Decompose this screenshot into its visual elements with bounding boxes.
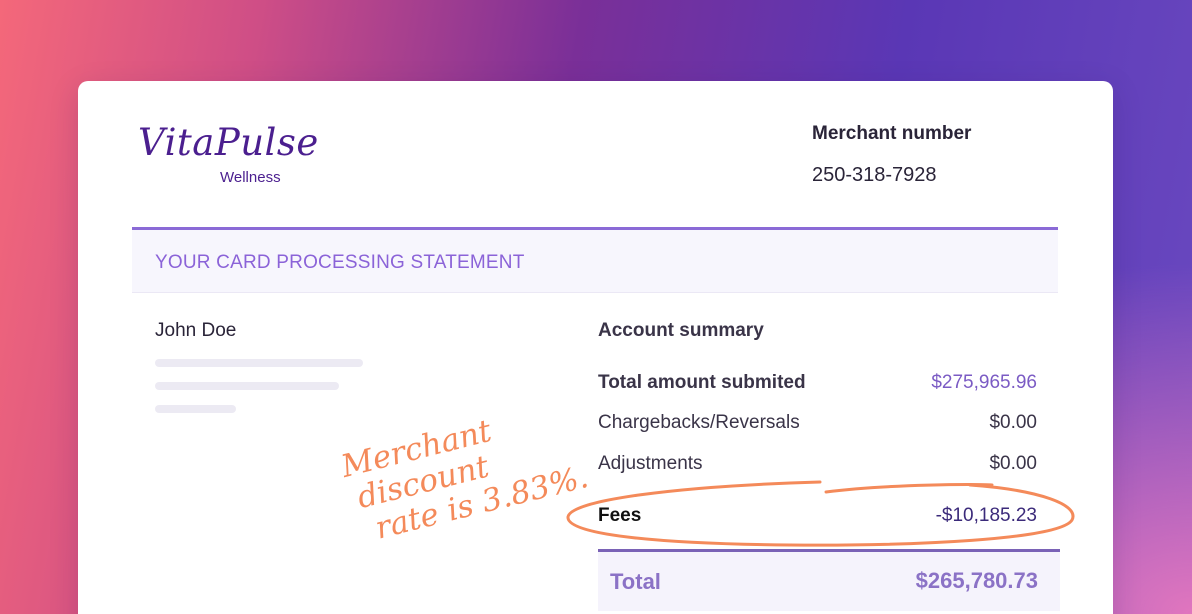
summary-row-value-submitted: $275,965.96 [931,372,1037,393]
summary-row-label-submitted: Total amount submited [598,372,806,393]
merchant-number-label: Merchant number [812,123,972,144]
statement-header-bar: YOUR CARD PROCESSING STATEMENT [132,227,1058,293]
handwritten-annotation: Merchant discount rate is 3.83%. [338,394,592,550]
statement-title: YOUR CARD PROCESSING STATEMENT [155,252,525,273]
address-placeholder-line [155,359,363,367]
address-placeholder-line [155,382,339,390]
summary-row-label-fees: Fees [598,505,642,526]
summary-row-value-adjustments: $0.00 [989,453,1037,474]
total-value: $265,780.73 [915,568,1038,593]
summary-row-label-adjustments: Adjustments [598,453,703,474]
account-summary-title: Account summary [598,320,764,341]
merchant-number-value: 250-318-7928 [812,164,937,186]
brand-logo: VitaPulse Wellness [138,121,319,187]
statement-card: VitaPulse Wellness Merchant number 250-3… [78,81,1113,614]
total-row: Total $265,780.73 [598,549,1060,611]
summary-row-label-chargebacks: Chargebacks/Reversals [598,412,800,433]
address-placeholder-line [155,405,236,413]
customer-name: John Doe [155,320,237,341]
brand-tagline: Wellness [220,169,281,186]
total-label: Total [610,569,661,594]
summary-row-value-chargebacks: $0.00 [989,412,1037,433]
brand-name: VitaPulse [138,121,319,164]
summary-row-value-fees: -$10,185.23 [935,505,1037,526]
